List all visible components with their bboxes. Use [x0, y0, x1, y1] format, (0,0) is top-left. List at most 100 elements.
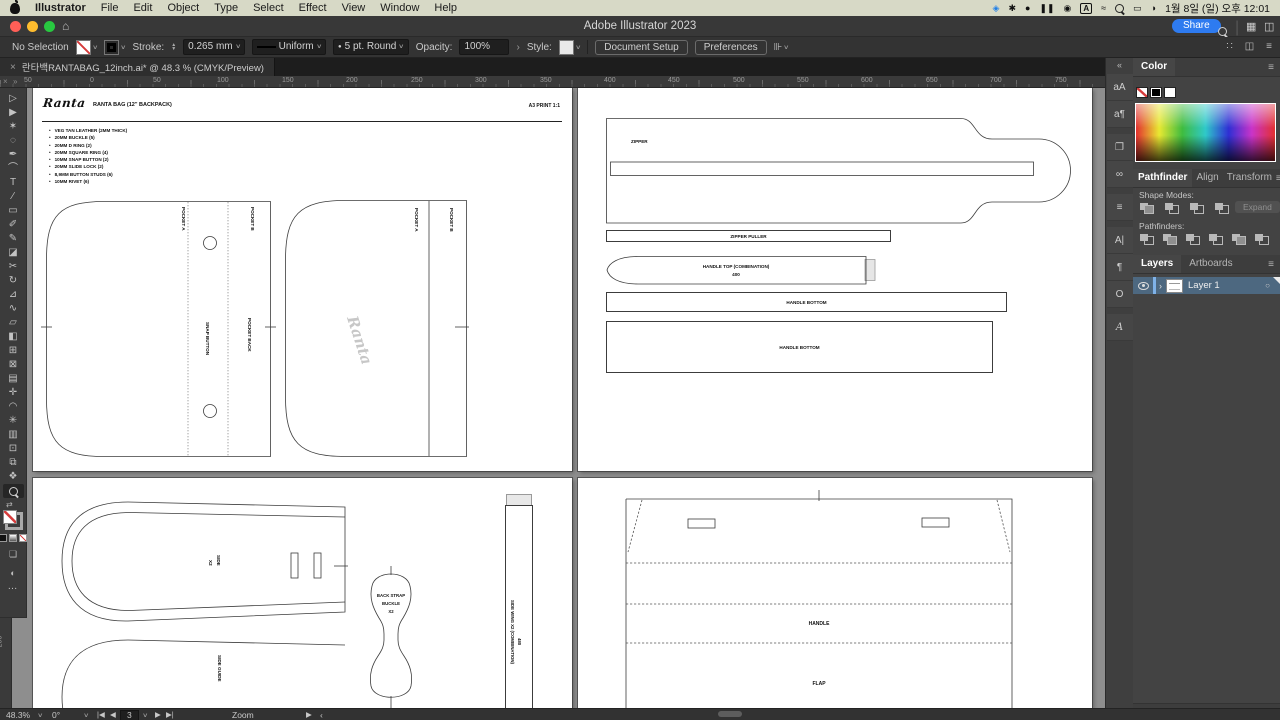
horizontal-scrollbar-thumb[interactable] [718, 711, 742, 717]
artboard-3[interactable]: SIDE X2 SIDE GUIDE BACK STRAP BUCKLE X2 … [33, 478, 572, 708]
brush-select[interactable]: ● 5 pt. Round ∨ [333, 39, 409, 55]
menu-effect[interactable]: Effect [299, 2, 327, 14]
rotate-tool[interactable]: ↻ [3, 274, 24, 288]
opacity-field[interactable]: 100% [459, 39, 510, 55]
stroke-stepper[interactable]: ▲ ▼ [171, 43, 176, 52]
last-artboard-button[interactable]: ▶| [166, 710, 174, 719]
input-source-icon[interactable]: A [1080, 2, 1093, 14]
first-artboard-button[interactable]: |◀ [97, 710, 105, 719]
color-type-buttons[interactable] [0, 534, 27, 542]
artboard-1[interactable]: Ranta RANTA BAG (12" BACKPACK) A3 PRINT … [33, 88, 572, 471]
menu-select[interactable]: Select [253, 2, 284, 14]
type-tool[interactable]: T [3, 176, 24, 190]
white-swatch[interactable] [1164, 87, 1176, 98]
handle-flap-piece-outline[interactable]: HANDLE FLAP [625, 490, 1014, 708]
document-tab[interactable]: × 란타백RANTABAG_12inch.ai* @ 48.3 % (CMYK/… [0, 58, 275, 76]
side-guide-piece-outline[interactable]: SIDE GUIDE [58, 637, 346, 708]
scale-tool[interactable]: ⊿ [3, 288, 24, 302]
pencil-tool[interactable]: ✎ [3, 232, 24, 246]
artboard-4[interactable]: HANDLE FLAP [578, 478, 1092, 708]
minus-front-button[interactable] [1164, 202, 1180, 215]
menu-clock[interactable]: 1월 8일 (일) 오후 12:01 [1165, 1, 1270, 16]
panel-toggle-icon[interactable]: ◫ [1264, 20, 1274, 33]
opacity-label[interactable]: Opacity: [416, 42, 453, 53]
handle-bottom-rect-piece[interactable]: HANDLE BOTTOM [606, 321, 993, 373]
paw-icon[interactable]: ✱ [1008, 2, 1016, 14]
fill-swatch[interactable] [75, 39, 91, 55]
apple-menu-icon[interactable] [10, 0, 20, 14]
layer-thumbnail[interactable] [1166, 278, 1183, 293]
prev-artboard-button[interactable]: ◀ [110, 710, 116, 719]
shape-builder-tool[interactable]: ◧ [3, 330, 24, 344]
direct-selection-tool[interactable]: ▶ [3, 106, 24, 120]
target-circle-icon[interactable]: ○ [1265, 281, 1270, 290]
menu-object[interactable]: Object [167, 2, 199, 14]
layout-grid-icon[interactable]: ▦ [1246, 20, 1256, 33]
curvature-tool[interactable]: ⌒ [3, 162, 24, 176]
tab-color[interactable]: Color [1133, 58, 1176, 76]
current-tool-label[interactable]: Zoom [232, 710, 254, 720]
layer-name[interactable]: Layer 1 [1188, 280, 1220, 291]
chevron-down-icon[interactable]: ∨ [120, 44, 126, 51]
shield-icon[interactable]: ◈ [993, 2, 1000, 14]
chat-icon[interactable]: ● [1025, 2, 1030, 14]
panel-menu-icon[interactable]: ≡ [1268, 62, 1274, 73]
paintbrush-tool[interactable]: ✐ [3, 218, 24, 232]
menu-edit[interactable]: Edit [133, 2, 152, 14]
none-swatch[interactable] [1136, 87, 1148, 98]
divide-button[interactable] [1139, 233, 1155, 246]
eyedropper-tool[interactable]: ✛ [3, 386, 24, 400]
glyphs-panel-icon[interactable]: A [1106, 314, 1133, 341]
wifi-icon[interactable]: ≈ [1101, 2, 1106, 14]
chevron-down-icon[interactable]: ∨ [83, 712, 89, 719]
paragraph-panel-icon[interactable]: ¶ [1106, 254, 1133, 281]
document-setup-button[interactable]: Document Setup [595, 39, 688, 55]
menu-view[interactable]: View [342, 2, 366, 14]
zipper-puller-piece[interactable]: ZIPPER PULLER [606, 230, 891, 242]
ruler-corner-chevrons-icon[interactable]: » [13, 77, 17, 86]
merge-button[interactable] [1185, 233, 1201, 246]
selection-tool[interactable]: ▷ [3, 92, 24, 106]
search-icon[interactable] [1218, 27, 1227, 36]
zipper-piece-outline[interactable]: ZIPPER [605, 117, 1078, 226]
tab-pathfinder[interactable]: Pathfinder [1133, 169, 1193, 187]
front-piece-outline[interactable]: Ranta POCKET A POCKET B [285, 200, 469, 457]
share-button[interactable]: Share [1172, 19, 1221, 33]
menu-illustrator[interactable]: Illustrator [35, 2, 86, 14]
line-segment-tool[interactable]: ∕ [3, 190, 24, 204]
collapse-panels-icon[interactable]: « [1117, 60, 1122, 70]
expand-button[interactable]: Expand [1235, 201, 1280, 213]
stroke-panel-icon[interactable]: ≡ [1106, 194, 1133, 221]
tab-artboards[interactable]: Artboards [1181, 255, 1240, 273]
swap-fill-stroke-icon[interactable]: ⇄ [6, 500, 13, 509]
magic-wand-tool[interactable]: ✶ [3, 120, 24, 134]
export-panel-icon[interactable]: ❐ [1106, 134, 1133, 161]
fill-stroke-well[interactable] [3, 510, 23, 530]
unite-button[interactable] [1139, 202, 1155, 215]
character-panel-icon[interactable]: A| [1106, 227, 1133, 254]
rotation-field[interactable]: 0° [52, 710, 60, 720]
zoom-level-field[interactable]: 48.3% [6, 710, 30, 720]
fill-well[interactable] [3, 510, 17, 524]
stroke-label[interactable]: Stroke: [133, 42, 165, 53]
tab-transform[interactable]: Transform [1223, 169, 1276, 187]
handle-top-piece-outline[interactable]: HANDLE TOP (COMBINATION) 400 [606, 256, 878, 285]
visibility-eye-icon[interactable] [1138, 281, 1149, 290]
battery-icon[interactable]: ▭ [1133, 2, 1142, 14]
chevron-down-icon[interactable]: ∨ [575, 44, 581, 51]
align-glyphs-icon[interactable]: ⊪ [774, 42, 783, 53]
chevron-down-icon[interactable]: ∨ [37, 712, 43, 719]
ruler-corner-close-icon[interactable]: × [3, 77, 8, 86]
symbol-sprayer-tool[interactable]: ✳ [3, 414, 24, 428]
outline-button[interactable] [1231, 233, 1247, 246]
zoom-tool[interactable] [2, 484, 24, 498]
screen-mode-icon[interactable]: ◐ [3, 566, 24, 580]
gradient-tool[interactable]: ▤ [3, 372, 24, 386]
color-spectrum[interactable] [1135, 103, 1276, 162]
panel-menu-icon[interactable]: ≡ [1268, 259, 1274, 270]
close-tab-icon[interactable]: × [10, 62, 16, 73]
chevron-down-icon[interactable]: ∨ [783, 44, 789, 51]
rectangle-tool[interactable]: ▭ [3, 204, 24, 218]
minus-back-button[interactable] [1254, 233, 1270, 246]
chevron-down-icon[interactable]: ∨ [92, 44, 98, 51]
